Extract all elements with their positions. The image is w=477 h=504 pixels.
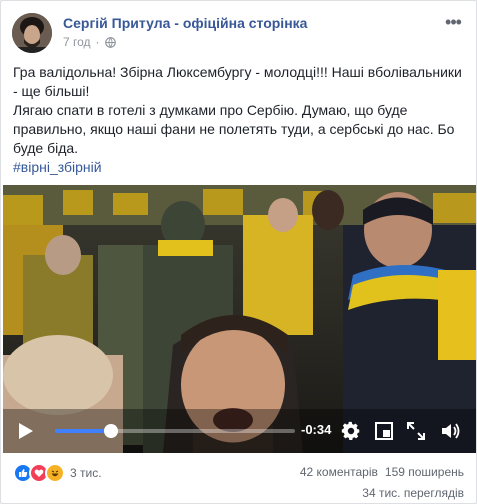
scrubber-progress bbox=[55, 429, 112, 433]
engagement-stats: 42 коментарів 159 поширень bbox=[300, 465, 464, 479]
post-text-line-1: Гра валідольна! Збірна Люксембургу - мол… bbox=[13, 64, 462, 99]
fullscreen-icon[interactable] bbox=[405, 420, 427, 442]
avatar[interactable] bbox=[12, 13, 52, 53]
post-timestamp[interactable]: 7 год bbox=[63, 35, 91, 49]
volume-icon[interactable] bbox=[439, 420, 461, 442]
haha-icon bbox=[45, 463, 65, 483]
post-card: Сергій Притула - офіційна сторінка 7 год… bbox=[0, 0, 477, 504]
video-controls: -0:34 bbox=[3, 409, 476, 453]
time-remaining: -0:34 bbox=[301, 422, 332, 437]
video-scrubber[interactable] bbox=[55, 424, 295, 438]
settings-icon[interactable] bbox=[340, 420, 362, 442]
exit-fullscreen-icon[interactable] bbox=[373, 420, 395, 442]
scrubber-handle[interactable] bbox=[104, 424, 119, 438]
more-icon: ••• bbox=[445, 11, 462, 32]
more-options-button[interactable]: ••• bbox=[442, 11, 464, 33]
post-text-line-2: Лягаю спати в готелі з думками про Сербі… bbox=[13, 102, 455, 156]
views-count: 34 тис. переглядів bbox=[362, 486, 464, 500]
play-icon[interactable] bbox=[17, 421, 35, 441]
video-player[interactable]: -0:34 bbox=[3, 185, 476, 453]
separator-dot: · bbox=[95, 35, 100, 49]
reactions-count: 3 тис. bbox=[70, 466, 102, 480]
hashtag-link[interactable]: #вірні_збірній bbox=[13, 158, 468, 177]
post-text: Гра валідольна! Збірна Люксембургу - мол… bbox=[13, 63, 468, 177]
comments-count-link[interactable]: 42 коментарів bbox=[300, 465, 378, 479]
shares-count-link[interactable]: 159 поширень bbox=[385, 465, 464, 479]
post-meta: 7 год · bbox=[63, 35, 116, 49]
reactions-summary[interactable]: 3 тис. bbox=[13, 463, 102, 483]
page-name-link[interactable]: Сергій Притула - офіційна сторінка bbox=[63, 15, 307, 31]
globe-icon bbox=[104, 36, 116, 48]
